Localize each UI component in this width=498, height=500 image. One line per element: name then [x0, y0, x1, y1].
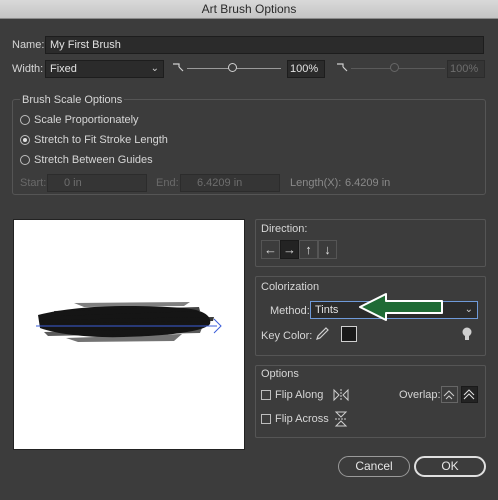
name-label: Name: — [12, 39, 45, 51]
variation-percent-field: 100% — [447, 60, 485, 78]
direction-title: Direction: — [261, 223, 308, 235]
width-select-value: Fixed — [50, 63, 77, 75]
cancel-button[interactable]: Cancel — [338, 456, 410, 477]
flip-across-checkbox[interactable] — [261, 414, 271, 424]
length-label: Length(X): — [290, 177, 342, 189]
width-slider-knob[interactable] — [228, 63, 237, 72]
width-variation-icon — [337, 63, 348, 72]
flip-across-icon — [334, 411, 348, 427]
brush-scale-title: Brush Scale Options — [20, 94, 125, 106]
tip-lightbulb-icon[interactable] — [461, 326, 473, 342]
stretch-to-fit-label: Stretch to Fit Stroke Length — [34, 134, 168, 146]
overlap-label: Overlap: — [399, 389, 441, 401]
direction-right-button[interactable]: → — [280, 240, 299, 259]
ok-button[interactable]: OK — [414, 456, 486, 477]
method-label: Method: — [270, 305, 310, 317]
end-label: End: — [156, 177, 179, 189]
dialog-title-bar: Art Brush Options — [0, 0, 498, 19]
flip-along-checkbox[interactable] — [261, 390, 271, 400]
chevron-down-icon: ⌄ — [150, 63, 159, 74]
options-title: Options — [261, 368, 299, 380]
radio-scale-proportionately[interactable] — [20, 115, 30, 125]
name-field[interactable]: My First Brush — [45, 36, 484, 54]
overlap-no-adjust-icon — [463, 389, 475, 400]
width-label: Width: — [12, 63, 44, 75]
stretch-between-guides-label: Stretch Between Guides — [34, 154, 153, 166]
direction-down-button[interactable]: ↓ — [318, 240, 337, 259]
eyedropper-icon[interactable] — [315, 326, 329, 342]
width-percent-field[interactable]: 100% — [287, 60, 325, 78]
flip-along-icon — [333, 388, 349, 402]
flip-across-label: Flip Across — [275, 413, 329, 425]
direction-left-button[interactable]: ← — [261, 240, 280, 259]
scale-proportionately-label: Scale Proportionately — [34, 114, 139, 126]
start-field: 0 in — [47, 174, 147, 192]
radio-stretch-between-guides[interactable] — [20, 155, 30, 165]
method-select-value: Tints — [315, 304, 339, 316]
end-field: 6.4209 in — [180, 174, 280, 192]
start-label: Start: — [20, 177, 47, 189]
direction-up-button[interactable]: ↑ — [299, 240, 318, 259]
brush-stroke-preview — [36, 302, 222, 342]
key-color-label: Key Color: — [261, 330, 313, 342]
key-color-swatch[interactable] — [341, 326, 357, 342]
chevron-down-icon: ⌄ — [464, 304, 473, 315]
flip-along-label: Flip Along — [275, 389, 324, 401]
width-select[interactable]: Fixed ⌄ — [45, 60, 164, 78]
dialog-title: Art Brush Options — [201, 2, 297, 16]
radio-stretch-to-fit[interactable] — [20, 135, 30, 145]
colorization-title: Colorization — [261, 281, 320, 293]
width-min-icon — [173, 63, 184, 72]
overlap-adjust-button[interactable] — [441, 386, 458, 403]
variation-slider-knob — [390, 63, 399, 72]
overlap-no-adjust-button[interactable] — [461, 386, 478, 403]
brush-preview — [13, 219, 245, 450]
annotation-arrow — [359, 293, 443, 321]
overlap-adjust-icon — [443, 390, 455, 400]
length-value: 6.4209 in — [345, 177, 391, 189]
